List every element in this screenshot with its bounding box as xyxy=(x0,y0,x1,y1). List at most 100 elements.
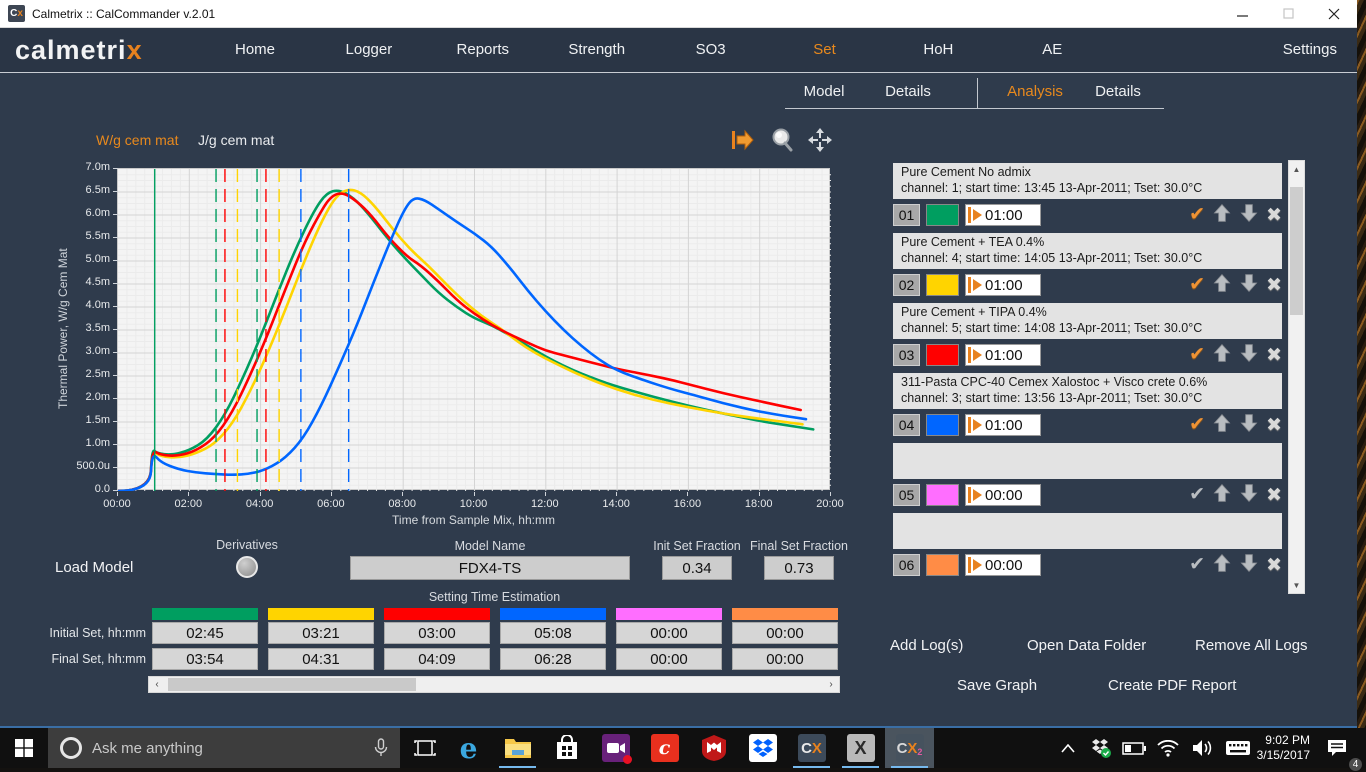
zoom-icon[interactable] xyxy=(768,126,796,154)
taskbar-app-store[interactable] xyxy=(542,728,591,768)
final-set-value[interactable]: 04:09 xyxy=(384,648,490,670)
chart-h-scrollbar[interactable]: ‹ › xyxy=(148,676,840,693)
log-remove-button[interactable]: ✖ xyxy=(1266,554,1282,577)
volume-icon[interactable] xyxy=(1187,728,1219,768)
log-move-down-button[interactable] xyxy=(1239,273,1259,298)
log-color-swatch[interactable] xyxy=(926,414,959,436)
scroll-thumb[interactable] xyxy=(1290,187,1303,315)
microphone-icon[interactable] xyxy=(374,738,388,758)
final-set-value[interactable]: 03:54 xyxy=(152,648,258,670)
initial-set-value[interactable]: 00:00 xyxy=(616,622,722,644)
log-move-up-button[interactable] xyxy=(1212,483,1232,508)
nav-item-settings[interactable]: Settings xyxy=(1283,41,1337,58)
log-move-down-button[interactable] xyxy=(1239,483,1259,508)
initial-set-value[interactable]: 03:00 xyxy=(384,622,490,644)
create-pdf-report-button[interactable]: Create PDF Report xyxy=(1108,677,1236,694)
taskbar-app-edge[interactable]: e xyxy=(444,728,493,768)
nav-item-so3[interactable]: SO3 xyxy=(696,41,726,58)
log-remove-button[interactable]: ✖ xyxy=(1266,414,1282,437)
cortana-search-input[interactable]: Ask me anything xyxy=(48,728,400,768)
initial-set-value[interactable]: 02:45 xyxy=(152,622,258,644)
log-check-button[interactable]: ✔ xyxy=(1189,485,1205,505)
taskbar-clock[interactable]: 9:02 PM 3/15/2017 xyxy=(1248,728,1310,768)
initial-set-value[interactable]: 03:21 xyxy=(268,622,374,644)
subtab-model-0[interactable]: Model xyxy=(804,83,845,100)
initial-set-value[interactable]: 00:00 xyxy=(732,622,838,644)
ignore-time-field[interactable]: 01:00 xyxy=(965,414,1041,436)
taskbar-app-file-explorer[interactable] xyxy=(493,728,542,768)
minimize-button[interactable] xyxy=(1219,0,1265,27)
subtab-details-3[interactable]: Details xyxy=(1095,83,1141,100)
h-scroll-thumb[interactable] xyxy=(168,678,416,691)
ignore-time-field[interactable]: 00:00 xyxy=(965,554,1041,576)
log-move-down-button[interactable] xyxy=(1239,203,1259,228)
log-move-up-button[interactable] xyxy=(1212,553,1232,578)
remove-all-logs-button[interactable]: Remove All Logs xyxy=(1195,637,1308,654)
ignore-time-field[interactable]: 01:00 xyxy=(965,344,1041,366)
log-check-button[interactable]: ✔ xyxy=(1189,345,1205,365)
taskbar-app-x-app[interactable]: X xyxy=(836,728,885,768)
tab-wg-cem-mat[interactable]: W/g cem mat xyxy=(96,132,178,148)
scroll-up-button[interactable]: ▲ xyxy=(1289,161,1304,177)
log-description[interactable]: Pure Cement + TEA 0.4%channel: 4; start … xyxy=(893,233,1282,269)
nav-item-set[interactable]: Set xyxy=(813,41,836,58)
derivatives-toggle[interactable] xyxy=(236,556,258,578)
model-name-field[interactable]: FDX4-TS xyxy=(350,556,630,580)
log-description[interactable]: 311-Pasta CPC-40 Cemex Xalostoc + Visco … xyxy=(893,373,1282,409)
log-description[interactable]: Pure Cement No admixchannel: 1; start ti… xyxy=(893,163,1282,199)
nav-item-ae[interactable]: AE xyxy=(1042,41,1062,58)
nav-item-strength[interactable]: Strength xyxy=(568,41,625,58)
log-remove-button[interactable]: ✖ xyxy=(1266,344,1282,367)
subtab-details-1[interactable]: Details xyxy=(885,83,931,100)
subtab-analysis-2[interactable]: Analysis xyxy=(1007,83,1063,100)
log-move-up-button[interactable] xyxy=(1212,343,1232,368)
start-button[interactable] xyxy=(0,728,48,768)
final-set-value[interactable]: 00:00 xyxy=(616,648,722,670)
log-move-up-button[interactable] xyxy=(1212,273,1232,298)
log-color-swatch[interactable] xyxy=(926,344,959,366)
log-remove-button[interactable]: ✖ xyxy=(1266,274,1282,297)
dropbox-tray-icon[interactable] xyxy=(1085,728,1117,768)
open-data-folder-button[interactable]: Open Data Folder xyxy=(1027,637,1146,654)
log-color-swatch[interactable] xyxy=(926,554,959,576)
maximize-button[interactable] xyxy=(1265,0,1311,27)
scroll-right-button[interactable]: › xyxy=(823,677,839,692)
log-check-button[interactable]: ✔ xyxy=(1189,275,1205,295)
log-description[interactable] xyxy=(893,443,1282,479)
log-scrollbar[interactable]: ▲ ▼ xyxy=(1288,160,1305,594)
log-move-down-button[interactable] xyxy=(1239,553,1259,578)
log-move-down-button[interactable] xyxy=(1239,413,1259,438)
taskbar-app-dropbox[interactable] xyxy=(738,728,787,768)
log-move-up-button[interactable] xyxy=(1212,413,1232,438)
log-check-button[interactable]: ✔ xyxy=(1189,205,1205,225)
initial-set-value[interactable]: 05:08 xyxy=(500,622,606,644)
goto-time-icon[interactable] xyxy=(728,126,756,154)
action-center-button[interactable]: 4 xyxy=(1318,728,1356,768)
save-graph-button[interactable]: Save Graph xyxy=(957,677,1037,694)
add-logs-button[interactable]: Add Log(s) xyxy=(890,637,963,654)
pan-icon[interactable] xyxy=(806,126,834,154)
nav-item-logger[interactable]: Logger xyxy=(346,41,393,58)
taskbar-app-calcommander-2[interactable]: CX2 xyxy=(885,728,934,768)
init-set-fraction-field[interactable]: 0.34 xyxy=(662,556,732,580)
taskbar-app-calcommander[interactable]: CX xyxy=(787,728,836,768)
ignore-time-field[interactable]: 00:00 xyxy=(965,484,1041,506)
ignore-time-field[interactable]: 01:00 xyxy=(965,204,1041,226)
load-model-button[interactable]: Load Model xyxy=(55,559,133,576)
ignore-time-field[interactable]: 01:00 xyxy=(965,274,1041,296)
taskbar-app-camera-app[interactable] xyxy=(591,728,640,768)
tab-jg-cem-mat[interactable]: J/g cem mat xyxy=(198,132,274,148)
nav-item-home[interactable]: Home xyxy=(235,41,275,58)
taskbar-app-mcafee[interactable] xyxy=(689,728,738,768)
log-remove-button[interactable]: ✖ xyxy=(1266,204,1282,227)
nav-item-reports[interactable]: Reports xyxy=(457,41,510,58)
log-description[interactable] xyxy=(893,513,1282,549)
log-color-swatch[interactable] xyxy=(926,484,959,506)
log-remove-button[interactable]: ✖ xyxy=(1266,484,1282,507)
log-color-swatch[interactable] xyxy=(926,204,959,226)
wifi-icon[interactable] xyxy=(1152,728,1184,768)
log-move-up-button[interactable] xyxy=(1212,203,1232,228)
thermal-power-plot[interactable] xyxy=(117,168,830,490)
log-color-swatch[interactable] xyxy=(926,274,959,296)
final-set-value[interactable]: 00:00 xyxy=(732,648,838,670)
